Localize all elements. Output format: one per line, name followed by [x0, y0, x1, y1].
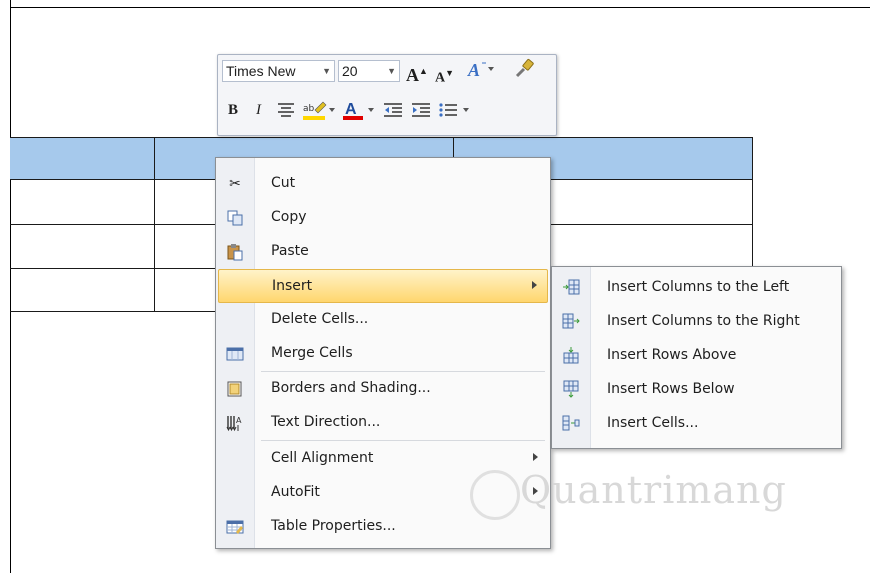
mini-toolbar: Times New ▼ 20 ▼ A▲ A▼ A B I ab A: [217, 54, 557, 136]
menu-item-label: Paste: [271, 243, 309, 259]
submenu-item-label: Insert Rows Below: [607, 381, 735, 397]
paste-icon: [226, 243, 244, 261]
table-properties-icon: [226, 518, 244, 536]
font-size-value: 20: [342, 63, 358, 79]
menu-separator: [261, 440, 545, 441]
decrease-indent-icon: [384, 103, 402, 117]
menu-item-borders-shading[interactable]: Borders and Shading...: [218, 372, 548, 406]
insert-rows-above-icon: [562, 346, 580, 364]
grow-font-button[interactable]: A▲: [406, 61, 428, 85]
borders-icon: [226, 380, 244, 398]
menu-item-label: Insert: [272, 278, 313, 294]
font-name-combo[interactable]: Times New ▼: [222, 60, 335, 82]
submenu-item-label: Insert Columns to the Right: [607, 313, 800, 329]
document-left-edge: [10, 0, 11, 573]
center-align-icon: [278, 103, 294, 117]
svg-text:A: A: [236, 416, 242, 425]
svg-text:A: A: [467, 60, 480, 80]
submenu-item-insert-rows-above[interactable]: Insert Rows Above: [554, 338, 840, 372]
submenu-item-insert-columns-right[interactable]: Insert Columns to the Right: [554, 304, 840, 338]
menu-item-label: Text Direction...: [271, 414, 381, 430]
bold-label: B: [228, 102, 239, 118]
font-name-value: Times New: [226, 63, 296, 79]
insert-submenu: Insert Columns to the Left Insert Column…: [551, 266, 842, 449]
menu-item-text-direction[interactable]: A Text Direction...: [218, 406, 548, 440]
styles-icon: A: [467, 60, 494, 80]
watermark-text: Quantrimang: [520, 468, 787, 512]
increase-indent-button[interactable]: [410, 98, 432, 122]
increase-indent-icon: [412, 103, 430, 117]
menu-item-label: Merge Cells: [271, 345, 353, 361]
font-color-icon: A: [343, 101, 374, 120]
menu-item-merge-cells[interactable]: Merge Cells: [218, 337, 548, 371]
highlight-button[interactable]: ab: [302, 98, 338, 122]
watermark-logo-icon: [470, 470, 520, 520]
insert-columns-left-icon: [562, 278, 580, 296]
menu-item-paste[interactable]: Paste: [218, 235, 548, 269]
menu-item-insert[interactable]: Insert: [218, 269, 548, 303]
menu-item-delete-cells[interactable]: Delete Cells...: [218, 303, 548, 337]
menu-item-label: AutoFit: [271, 484, 320, 500]
menu-item-label: Cut: [271, 175, 296, 191]
styles-button[interactable]: A: [466, 59, 496, 87]
bullets-button[interactable]: [438, 98, 478, 122]
insert-columns-right-icon: [562, 312, 580, 330]
submenu-item-label: Insert Cells...: [607, 415, 699, 431]
shrink-font-label: A: [435, 70, 446, 86]
menu-item-label: Delete Cells...: [271, 311, 369, 327]
submenu-item-insert-cells[interactable]: Insert Cells...: [554, 406, 840, 440]
submenu-item-insert-columns-left[interactable]: Insert Columns to the Left: [554, 270, 840, 304]
table-column-border: [154, 137, 155, 311]
bullet-list-icon: [439, 103, 469, 117]
svg-text:ab: ab: [303, 104, 315, 114]
highlight-icon: ab: [303, 101, 335, 120]
italic-button[interactable]: I: [256, 98, 261, 122]
center-align-button[interactable]: [276, 98, 296, 122]
shrink-font-button[interactable]: A▼: [435, 63, 454, 89]
chevron-down-icon[interactable]: ▼: [322, 61, 331, 81]
grow-font-label: A: [406, 65, 419, 85]
submenu-item-label: Insert Rows Above: [607, 347, 737, 363]
menu-item-label: Cell Alignment: [271, 450, 374, 466]
bold-button[interactable]: B: [228, 98, 238, 122]
menu-item-label: Borders and Shading...: [271, 380, 431, 396]
menu-item-label: Table Properties...: [271, 518, 396, 534]
submenu-item-insert-rows-below[interactable]: Insert Rows Below: [554, 372, 840, 406]
decrease-indent-button[interactable]: [382, 98, 404, 122]
menu-item-cut[interactable]: ✂ Cut: [218, 167, 548, 201]
font-color-button[interactable]: A: [342, 98, 378, 122]
submenu-arrow-icon: [533, 453, 538, 461]
font-size-combo[interactable]: 20 ▼: [338, 60, 400, 82]
insert-cells-icon: [562, 414, 580, 432]
document-top-edge: [10, 7, 870, 8]
insert-rows-below-icon: [562, 380, 580, 398]
text-direction-icon: A: [226, 414, 244, 432]
scissors-icon: ✂: [229, 176, 241, 192]
menu-item-label: Copy: [271, 209, 307, 225]
table-right-border: [752, 137, 753, 269]
menu-item-copy[interactable]: Copy: [218, 201, 548, 235]
merge-cells-icon: [226, 345, 244, 363]
svg-text:A: A: [345, 101, 357, 118]
format-painter-button[interactable]: [513, 58, 535, 86]
chevron-down-icon[interactable]: ▼: [387, 61, 396, 81]
copy-icon: [226, 209, 244, 227]
italic-label: I: [256, 102, 261, 118]
submenu-arrow-icon: [532, 281, 537, 289]
submenu-item-label: Insert Columns to the Left: [607, 279, 790, 295]
format-painter-icon: [515, 58, 534, 78]
